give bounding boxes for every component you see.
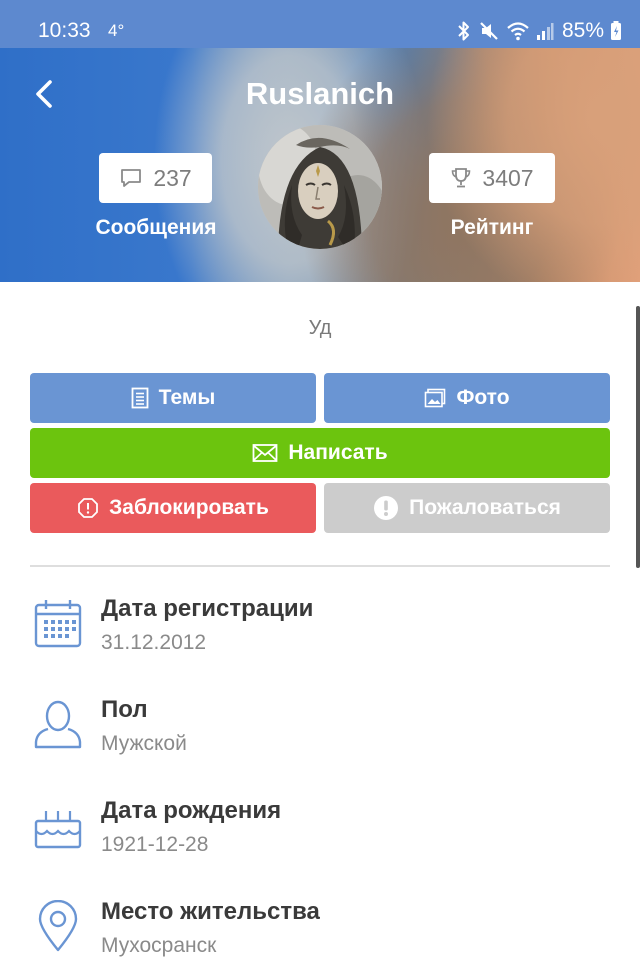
info-row-location: Место жительства Мухосранск (0, 896, 640, 977)
avatar-image (258, 125, 382, 249)
photo-button[interactable]: Фото (324, 373, 610, 423)
topics-button[interactable]: Темы (30, 373, 316, 423)
messages-label: Сообщения (95, 216, 217, 239)
registration-date-value: 31.12.2012 (101, 631, 207, 654)
registration-date-label: Дата регистрации (101, 595, 314, 622)
status-bar: 10:33 4° 85% (0, 0, 640, 48)
messages-count: 237 (153, 164, 192, 191)
photo-button-label: Фото (456, 386, 510, 409)
status-time: 10:33 (38, 19, 91, 42)
info-row-birth-date: Дата рождения 1921-12-28 (0, 795, 640, 885)
location-pin-icon (38, 900, 78, 952)
battery-charging-icon (611, 21, 621, 40)
mute-icon (480, 22, 498, 40)
speech-bubble-icon (121, 169, 142, 187)
section-divider (30, 565, 610, 567)
trophy-icon (452, 168, 471, 188)
report-button-label: Пожаловаться (409, 496, 561, 519)
gender-value: Мужской (101, 732, 187, 755)
exclamation-circle-icon (374, 496, 399, 520)
block-button[interactable]: Заблокировать (30, 483, 316, 533)
block-button-label: Заблокировать (109, 496, 269, 519)
topics-button-label: Темы (158, 386, 216, 409)
birth-date-value: 1921-12-28 (101, 833, 209, 856)
rating-label: Рейтинг (450, 216, 534, 239)
profile-header: 10:33 4° 85% Ruslanich 237 Сообщения 340… (0, 0, 640, 282)
block-octagon-icon (78, 498, 99, 518)
document-icon (131, 387, 149, 409)
profile-name: Ruslanich (245, 76, 395, 111)
gender-label: Пол (101, 696, 148, 723)
messages-count-box[interactable]: 237 (99, 153, 212, 203)
rating-count-box[interactable]: 3407 (429, 153, 555, 203)
report-button[interactable]: Пожаловаться (324, 483, 610, 533)
status-temperature: 4° (108, 21, 125, 40)
info-row-gender: Пол Мужской (0, 694, 640, 784)
write-message-button[interactable]: Написать (30, 428, 610, 478)
info-row-registration-date: Дата регистрации 31.12.2012 (0, 593, 640, 683)
signal-icon (536, 23, 554, 40)
birth-date-label: Дата рождения (101, 797, 282, 824)
photo-icon (425, 388, 446, 408)
profile-status-text: Уд (308, 317, 332, 339)
wifi-icon (507, 22, 529, 41)
write-button-label: Написать (288, 441, 388, 464)
rating-count: 3407 (482, 164, 534, 191)
battery-percentage: 85% (561, 19, 604, 42)
calendar-icon (34, 600, 82, 648)
bluetooth-icon (458, 21, 469, 41)
scrollbar[interactable] (636, 306, 640, 568)
birthday-cake-icon (34, 811, 82, 849)
avatar[interactable] (258, 125, 382, 249)
envelope-icon (252, 444, 278, 462)
status-icons: 85% (456, 18, 622, 44)
person-icon (34, 700, 82, 749)
location-label: Место жительства (101, 898, 320, 925)
location-value: Мухосранск (101, 934, 217, 957)
